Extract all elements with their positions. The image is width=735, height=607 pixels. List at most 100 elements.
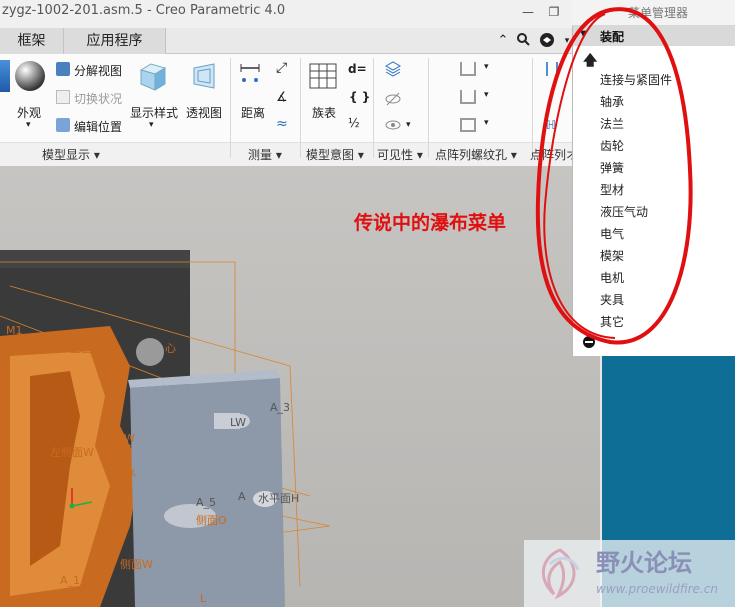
divider — [428, 58, 429, 158]
watermark: 野火论坛 www.proewildfire.cn — [524, 540, 735, 607]
edit-position-button[interactable]: 编辑位置 — [74, 118, 122, 135]
group-measure[interactable]: 测量 ▾ — [248, 146, 282, 163]
group-model-display[interactable]: 模型显示 ▾ — [42, 146, 100, 163]
menu-manager: ▼ 装配 🡅 连接与紧固件 轴承 法兰 齿轮 弹簧 型材 液压气动 电气 模架 … — [572, 26, 735, 356]
datum-label: M1 — [6, 324, 23, 337]
minimize-icon[interactable]: — — [520, 4, 536, 20]
window-title: zygz-1002-201.asm.5 - Creo Parametric 4.… — [2, 3, 286, 18]
display-style-icon[interactable] — [137, 60, 169, 95]
restore-icon[interactable]: ❐ — [546, 4, 562, 20]
menu-item[interactable]: 夹具 — [600, 291, 624, 308]
menu-manager-title: 菜单管理器 — [628, 6, 689, 20]
menu-item[interactable]: 连接与紧固件 — [600, 71, 672, 88]
datum-label: 水平面H — [258, 492, 299, 505]
edit-position-icon[interactable] — [56, 118, 70, 132]
partial-view-icon[interactable] — [0, 60, 10, 92]
up-arrow-icon[interactable]: 🡅 — [583, 50, 597, 74]
chevron-down-icon[interactable]: ▾ — [484, 90, 489, 100]
show-icon[interactable] — [384, 118, 402, 135]
diameter-icon[interactable]: ⤢ — [276, 60, 287, 76]
group-model-intent[interactable]: 模型意图 ▾ — [306, 146, 364, 163]
tab-frame[interactable]: 框架 — [0, 28, 64, 54]
toggle-state-icon — [56, 90, 70, 104]
datum-label: A_5 — [196, 496, 216, 509]
family-table-button[interactable]: 族表 — [312, 104, 336, 121]
watermark-url: www.proewildfire.cn — [596, 582, 718, 596]
perspective-icon[interactable] — [188, 60, 220, 95]
toggle-state-button: 切换状况 — [74, 92, 123, 106]
stop-icon[interactable] — [583, 336, 595, 348]
appearance-icon[interactable] — [14, 60, 46, 95]
exploded-view-button[interactable]: 分解视图 — [74, 62, 122, 79]
datum-label: 侧面W — [102, 432, 135, 445]
hide-icon[interactable] — [384, 90, 402, 111]
chevron-down-icon[interactable]: ▾ — [484, 62, 489, 72]
datum-label: 左侧面W — [50, 446, 94, 459]
menu-item[interactable]: 齿轮 — [600, 137, 624, 154]
distance-button[interactable]: 距离 — [241, 104, 265, 121]
menu-item[interactable]: 液压气动 — [600, 203, 648, 220]
menu-item[interactable]: 型材 — [600, 181, 624, 198]
datum-label: L — [200, 592, 207, 605]
layers-icon[interactable] — [384, 60, 402, 81]
menu-item[interactable]: 法兰 — [600, 115, 624, 132]
menu-manager-titlebar: 菜单管理器 — [572, 0, 735, 26]
divider — [532, 58, 533, 158]
help-icon[interactable] — [538, 32, 556, 50]
menu-item[interactable]: 模架 — [600, 247, 624, 264]
datum-label: 侧面O — [196, 514, 227, 527]
chevron-down-icon[interactable]: ▾ — [149, 120, 154, 130]
chevron-down-icon[interactable]: ▾ — [484, 118, 489, 128]
datum-label: A_1 — [60, 574, 80, 587]
exploded-view-icon[interactable] — [56, 62, 70, 76]
pattern-cut-icon[interactable]: ℍ — [546, 118, 560, 132]
datum-label: 水 — [125, 466, 136, 479]
title-bar: zygz-1002-201.asm.5 - Creo Parametric 4.… — [0, 0, 572, 28]
menu-item[interactable]: 电气 — [600, 225, 624, 242]
group-pattern-cut[interactable]: 点阵列オ — [530, 146, 578, 163]
datum-label: A_3 — [270, 401, 290, 414]
length-icon[interactable]: ≈ — [276, 116, 288, 132]
menu-item[interactable]: 弹簧 — [600, 159, 624, 176]
chevron-up-icon[interactable]: ⌃ — [494, 32, 512, 50]
menu-header-assembly[interactable]: ▼ 装配 — [573, 26, 735, 46]
flame-logo-icon — [541, 548, 580, 600]
relations-button[interactable]: d= — [348, 62, 367, 76]
chevron-down-icon[interactable]: ▾ — [406, 120, 411, 130]
family-table-icon[interactable] — [309, 62, 337, 93]
menu-item[interactable]: 轴承 — [600, 93, 624, 110]
menu-item[interactable]: 电机 — [600, 269, 624, 286]
pattern-icon[interactable] — [460, 90, 476, 104]
datum-label: 侧面W — [120, 558, 153, 571]
assembly-model: M1 止面W 心 A_3 LW 侧面W 左侧面W 水平面H 水 侧面O A_5 … — [0, 250, 331, 607]
menu-item[interactable]: 其它 — [600, 313, 624, 330]
chevron-down-icon[interactable]: ▾ — [26, 120, 31, 130]
group-pattern-thread[interactable]: 点阵列螺纹孔 ▾ — [435, 146, 517, 163]
divider — [373, 58, 374, 158]
pattern-icon[interactable] — [460, 118, 476, 132]
distance-icon[interactable] — [238, 62, 262, 89]
watermark-text: 野火论坛 — [596, 548, 692, 577]
datum-label: LW — [230, 416, 246, 429]
ribbon: 外观 ▾ 分解视图 切换状况 编辑位置 显示样式 ▾ 透视图 距离 ⤢ ∡ ≈ … — [0, 54, 578, 166]
model-viewport[interactable]: M1 止面W 心 A_3 LW 侧面W 左侧面W 水平面H 水 侧面O A_5 … — [0, 166, 600, 607]
display-style-button[interactable]: 显示样式 — [130, 104, 178, 121]
tab-applications[interactable]: 应用程序 — [64, 28, 166, 54]
switch-dimensions-icon[interactable]: ½ — [348, 116, 360, 130]
pattern-icon[interactable] — [460, 62, 476, 76]
perspective-button[interactable]: 透视图 — [186, 104, 222, 121]
search-icon[interactable] — [514, 32, 532, 50]
pattern-cut-icon[interactable] — [546, 62, 558, 76]
datum-label: 止面W — [70, 342, 103, 355]
angle-icon[interactable]: ∡ — [276, 90, 288, 105]
ribbon-tab-row: 框架 应用程序 ⌃ ▾ — [0, 28, 572, 54]
divider — [300, 58, 301, 158]
datum-label: 心 — [165, 342, 176, 355]
triangle-down-icon: ▼ — [580, 29, 588, 40]
annotation-waterfall-menu: 传说中的瀑布菜单 — [354, 212, 507, 234]
datum-label: A — [238, 490, 246, 503]
group-visibility[interactable]: 可见性 ▾ — [377, 146, 423, 163]
appearance-label[interactable]: 外观 — [17, 104, 41, 121]
divider — [230, 58, 231, 158]
parameters-button[interactable]: { } — [349, 90, 370, 104]
